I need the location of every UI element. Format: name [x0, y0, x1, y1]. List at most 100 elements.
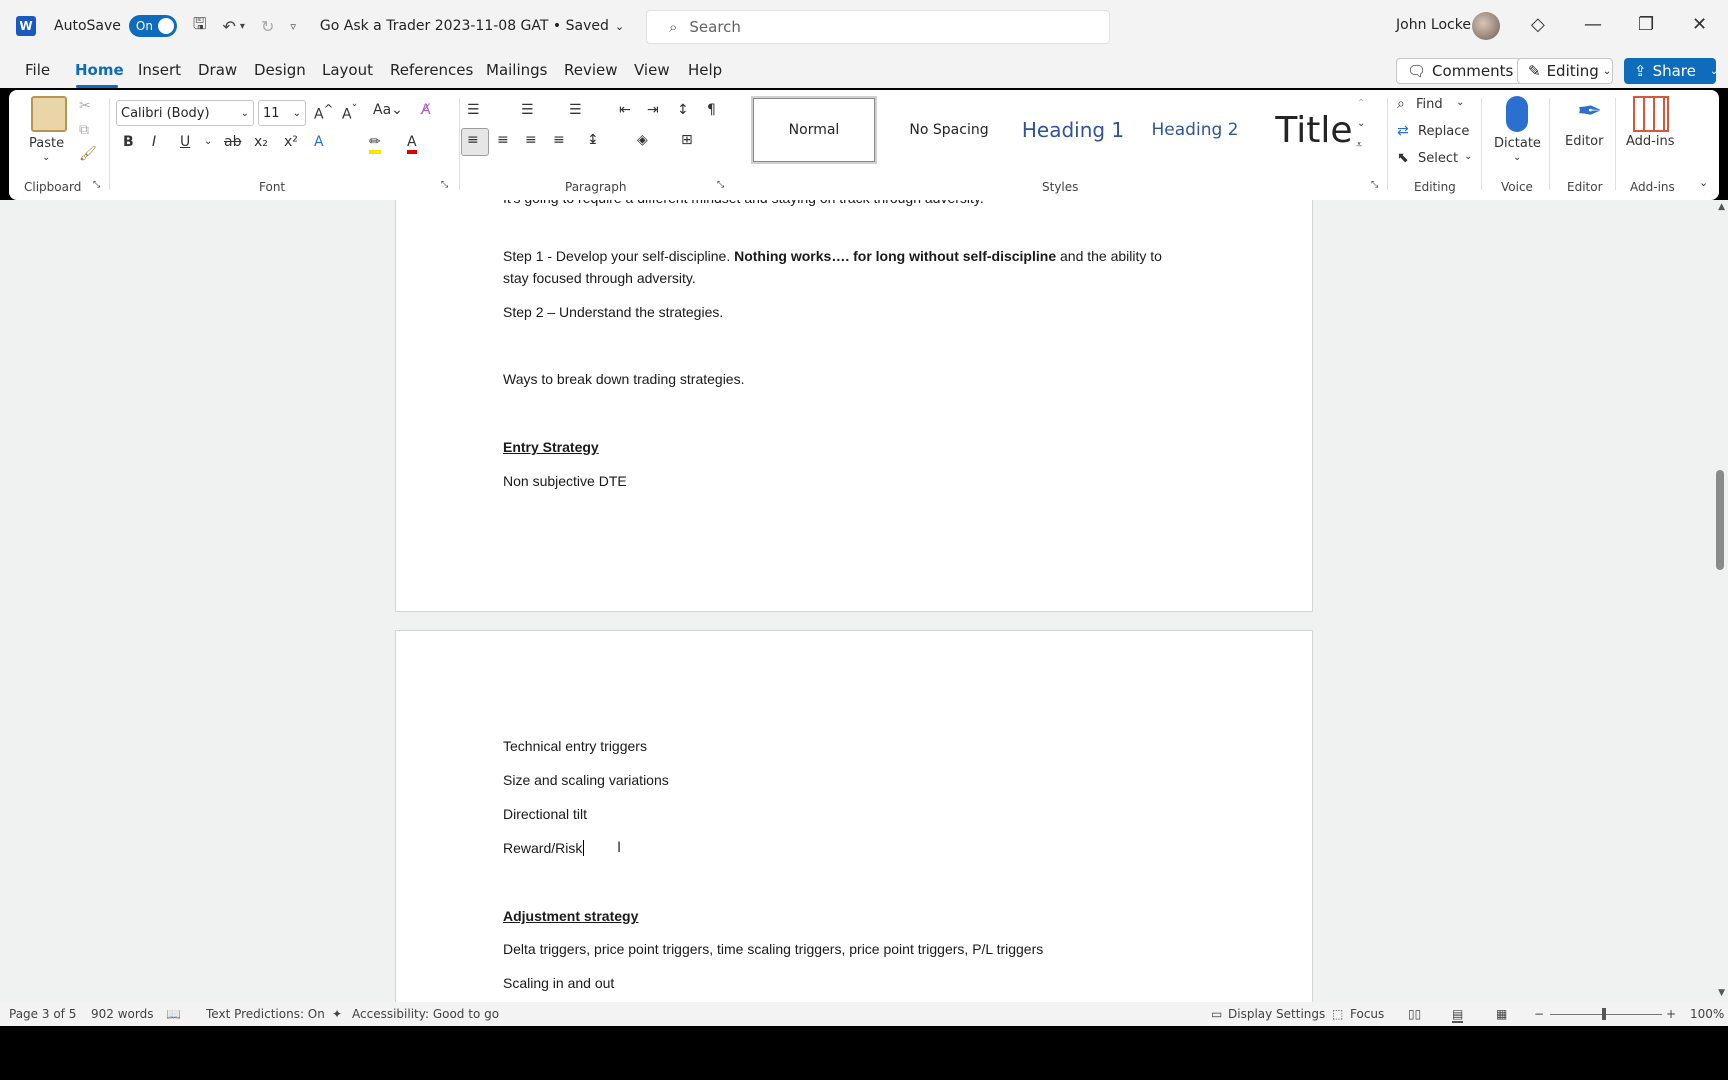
print-layout-icon[interactable]: ▤	[1452, 1007, 1464, 1023]
scroll-up-icon[interactable]: ▲	[1718, 202, 1725, 212]
chevron-down-icon[interactable]: ⌄	[1513, 152, 1521, 163]
heading-adjustment-strategy[interactable]: Adjustment strategy	[503, 905, 638, 927]
styles-scroll-up-icon[interactable]: ⌃	[1357, 98, 1365, 109]
restore-icon[interactable]: ❐	[1638, 14, 1654, 35]
underline-icon[interactable]: U	[180, 134, 190, 150]
tab-help[interactable]: Help	[688, 61, 722, 79]
heading-entry-strategy[interactable]: Entry Strategy	[503, 436, 599, 458]
sort-icon[interactable]: ↕	[677, 102, 689, 118]
zoom-level[interactable]: 100%	[1690, 1007, 1724, 1021]
undo-dropdown-icon[interactable]: ▾	[240, 21, 245, 32]
user-name[interactable]: John Locke	[1396, 17, 1471, 33]
font-name-box[interactable]: Calibri (Body) ⌄	[116, 100, 254, 126]
line-spacing-icon[interactable]: ↨	[587, 132, 599, 148]
font-launcher-icon[interactable]: ⤡	[441, 180, 448, 190]
tab-layout[interactable]: Layout	[322, 61, 373, 79]
save-icon[interactable]: 🖫	[193, 13, 207, 40]
styles-scroll-down-icon[interactable]: ⌄	[1357, 118, 1365, 129]
chevron-down-icon[interactable]: ⌄	[1464, 151, 1472, 162]
subscript-icon[interactable]: x₂	[254, 134, 268, 150]
editor-pen-icon[interactable]: ✒	[1577, 94, 1602, 129]
dictate-button[interactable]: Dictate	[1494, 136, 1541, 151]
styles-launcher-icon[interactable]: ⤡	[1371, 180, 1378, 190]
diamond-icon[interactable]: ◇	[1531, 14, 1545, 35]
paragraph[interactable]: It's going to require a different mindse…	[503, 200, 984, 209]
clipboard-launcher-icon[interactable]: ⤡	[93, 180, 100, 190]
tab-references[interactable]: References	[390, 61, 473, 79]
close-icon[interactable]: ✕	[1692, 14, 1707, 35]
select-button[interactable]: Select	[1418, 151, 1458, 166]
page-count[interactable]: Page 3 of 5	[9, 1007, 76, 1021]
tab-draw[interactable]: Draw	[198, 61, 237, 79]
undo-icon[interactable]: ↶	[223, 17, 236, 36]
paragraph-directional[interactable]: Directional tilt	[503, 803, 587, 825]
font-size-box[interactable]: 11 ⌄	[258, 100, 306, 126]
share-button[interactable]: ⇪ Share ⌄	[1624, 58, 1718, 84]
borders-icon[interactable]: ⊞	[681, 132, 693, 148]
justify-icon[interactable]: ≡	[553, 132, 565, 148]
style-normal[interactable]: Normal	[751, 96, 877, 164]
chevron-down-icon[interactable]: ⌄	[1456, 97, 1464, 108]
numbering-icon[interactable]: ☰	[521, 102, 534, 118]
text-predictions-status[interactable]: Text Predictions: On	[206, 1007, 325, 1021]
paragraph-reward-risk[interactable]: Reward/Risk	[503, 837, 585, 859]
web-layout-icon[interactable]: ▦	[1496, 1007, 1507, 1021]
redo-icon[interactable]: ↻	[261, 17, 274, 36]
style-no-spacing[interactable]: No Spacing	[889, 98, 1009, 162]
addins-button[interactable]: Add-ins	[1626, 134, 1674, 149]
customize-toolbar-icon[interactable]: ▿	[290, 20, 296, 33]
paragraph-step-1-cont[interactable]: stay focused through adversity.	[503, 267, 696, 289]
zoom-slider[interactable]	[1550, 1014, 1662, 1015]
italic-icon[interactable]: I	[152, 134, 156, 150]
tab-file[interactable]: File	[25, 61, 50, 79]
word-count[interactable]: 902 words	[91, 1007, 153, 1021]
search-box[interactable]: ⌕ Search	[646, 10, 1110, 44]
paste-label[interactable]: Paste	[29, 136, 64, 151]
show-formatting-icon[interactable]: ¶	[707, 102, 716, 118]
scroll-down-icon[interactable]: ▼	[1718, 988, 1725, 998]
style-title[interactable]: Title	[1257, 98, 1371, 162]
replace-button[interactable]: Replace	[1418, 124, 1469, 139]
collapse-ribbon-icon[interactable]: ⌄	[1699, 176, 1708, 189]
style-heading-1[interactable]: Heading 1	[1009, 98, 1137, 162]
paragraph-size[interactable]: Size and scaling variations	[503, 769, 669, 791]
chevron-down-icon[interactable]: ⌄	[204, 136, 212, 147]
shading-icon[interactable]: ◈	[637, 132, 648, 148]
paragraph-step-2[interactable]: Step 2 – Understand the strategies.	[503, 301, 723, 323]
read-mode-icon[interactable]: ▯▯	[1408, 1007, 1421, 1021]
align-left-icon[interactable]: ≡	[467, 132, 479, 148]
align-center-icon[interactable]: ≡	[497, 132, 509, 148]
cut-icon[interactable]: ✂	[79, 98, 91, 114]
bold-icon[interactable]: B	[123, 134, 134, 150]
display-settings-button[interactable]: Display Settings	[1228, 1007, 1325, 1021]
text-effects-icon[interactable]: A	[314, 134, 324, 150]
proofing-icon[interactable]: 📖	[166, 1007, 181, 1021]
autosave-toggle[interactable]: On	[128, 15, 177, 37]
focus-button[interactable]: Focus	[1350, 1007, 1384, 1021]
tab-mailings[interactable]: Mailings	[486, 61, 547, 79]
format-painter-icon[interactable]: 🖌	[79, 146, 97, 162]
paragraph-technical[interactable]: Technical entry triggers	[503, 735, 647, 757]
minimize-icon[interactable]: —	[1584, 14, 1602, 35]
bullets-icon[interactable]: ☰	[467, 102, 480, 118]
styles-more-icon[interactable]: ⩡	[1356, 138, 1362, 152]
scroll-thumb[interactable]	[1716, 470, 1724, 570]
avatar[interactable]	[1472, 12, 1500, 40]
vertical-scrollbar[interactable]: ▲ ▼	[1714, 200, 1728, 1002]
shrink-font-icon[interactable]: Aˇ	[342, 102, 357, 123]
zoom-out-icon[interactable]: −	[1534, 1007, 1544, 1021]
paragraph-step-1[interactable]: Step 1 - Develop your self-discipline. N…	[503, 245, 1162, 267]
document-title[interactable]: Go Ask a Trader 2023-11-08 GAT • Saved	[320, 18, 609, 34]
chevron-down-icon[interactable]: ⌄	[615, 20, 624, 33]
tab-design[interactable]: Design	[254, 61, 306, 79]
document-page[interactable]: It's going to require a different mindse…	[395, 200, 1313, 612]
microphone-icon[interactable]	[1506, 96, 1528, 132]
decrease-indent-icon[interactable]: ⇤	[619, 102, 631, 118]
multilevel-list-icon[interactable]: ☰	[569, 102, 582, 118]
editing-mode-button[interactable]: ✎ Editing ⌄	[1517, 58, 1613, 84]
tab-home[interactable]: Home	[75, 61, 124, 79]
paragraph-scaling[interactable]: Scaling in and out	[503, 972, 614, 994]
tab-insert[interactable]: Insert	[138, 61, 181, 79]
find-button[interactable]: Find	[1416, 97, 1443, 112]
align-right-icon[interactable]: ≡	[525, 132, 537, 148]
